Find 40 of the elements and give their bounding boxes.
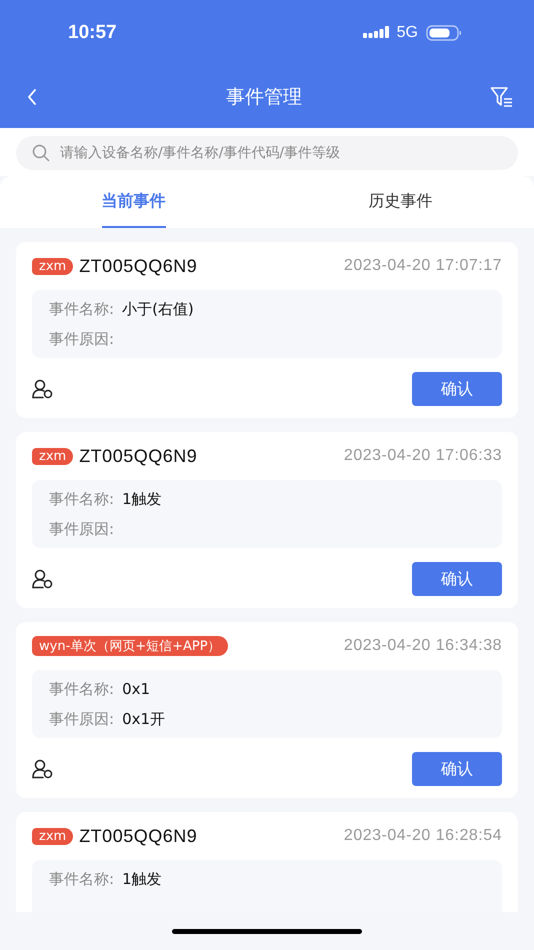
confirm-button[interactable]: 确认: [412, 562, 502, 596]
back-icon[interactable]: [26, 88, 38, 106]
user-icon[interactable]: [32, 379, 54, 399]
event-time: 2023-04-20 17:06:33: [344, 447, 502, 465]
device-code: ZT005QQ6N9: [79, 256, 198, 276]
event-time: 2023-04-20 16:28:54: [344, 827, 502, 845]
search-icon: [32, 144, 50, 162]
event-reason: 0x1开: [122, 710, 166, 728]
tab[interactable]: 当前事件: [102, 176, 166, 228]
signal-icon: [362, 26, 389, 40]
field-label: 事件名称:: [49, 680, 114, 698]
tab[interactable]: 历史事件: [368, 176, 432, 228]
user-icon[interactable]: [32, 569, 54, 589]
network-label: 5G: [396, 24, 418, 42]
event-time: 2023-04-20 16:34:38: [344, 637, 502, 655]
battery-icon: [426, 24, 462, 40]
user-icon[interactable]: [32, 759, 54, 779]
event-time: 2023-04-20 17:07:17: [344, 257, 502, 275]
device-code: ZT005QQ6N9: [79, 826, 198, 846]
page-title: 事件管理: [226, 84, 302, 110]
field-label: 事件原因:: [49, 330, 114, 348]
device-code: ZT005QQ6N9: [79, 446, 198, 466]
status-time: 10:57: [68, 22, 117, 44]
event-tag: zxm: [32, 258, 74, 274]
event-name: 1触发: [122, 490, 162, 508]
event-name: 0x1: [122, 680, 150, 698]
event-tag: zxm: [32, 448, 74, 464]
event-tag: wyn-单次（网页+短信+APP）: [32, 636, 228, 656]
search-field[interactable]: 请输入设备名称/事件名称/事件代码/事件等级: [16, 136, 518, 170]
field-label: 事件名称:: [49, 870, 114, 888]
event-name: 小于(右值): [122, 300, 194, 318]
field-label: 事件原因:: [49, 710, 114, 728]
confirm-button[interactable]: 确认: [412, 372, 502, 406]
field-label: 事件名称:: [49, 490, 114, 508]
confirm-button[interactable]: 确认: [412, 752, 502, 786]
event-tag: zxm: [32, 828, 74, 844]
field-label: 事件名称:: [49, 300, 114, 318]
filter-icon[interactable]: [490, 86, 514, 108]
field-label: 事件原因:: [49, 520, 114, 538]
event-name: 1触发: [122, 870, 162, 888]
